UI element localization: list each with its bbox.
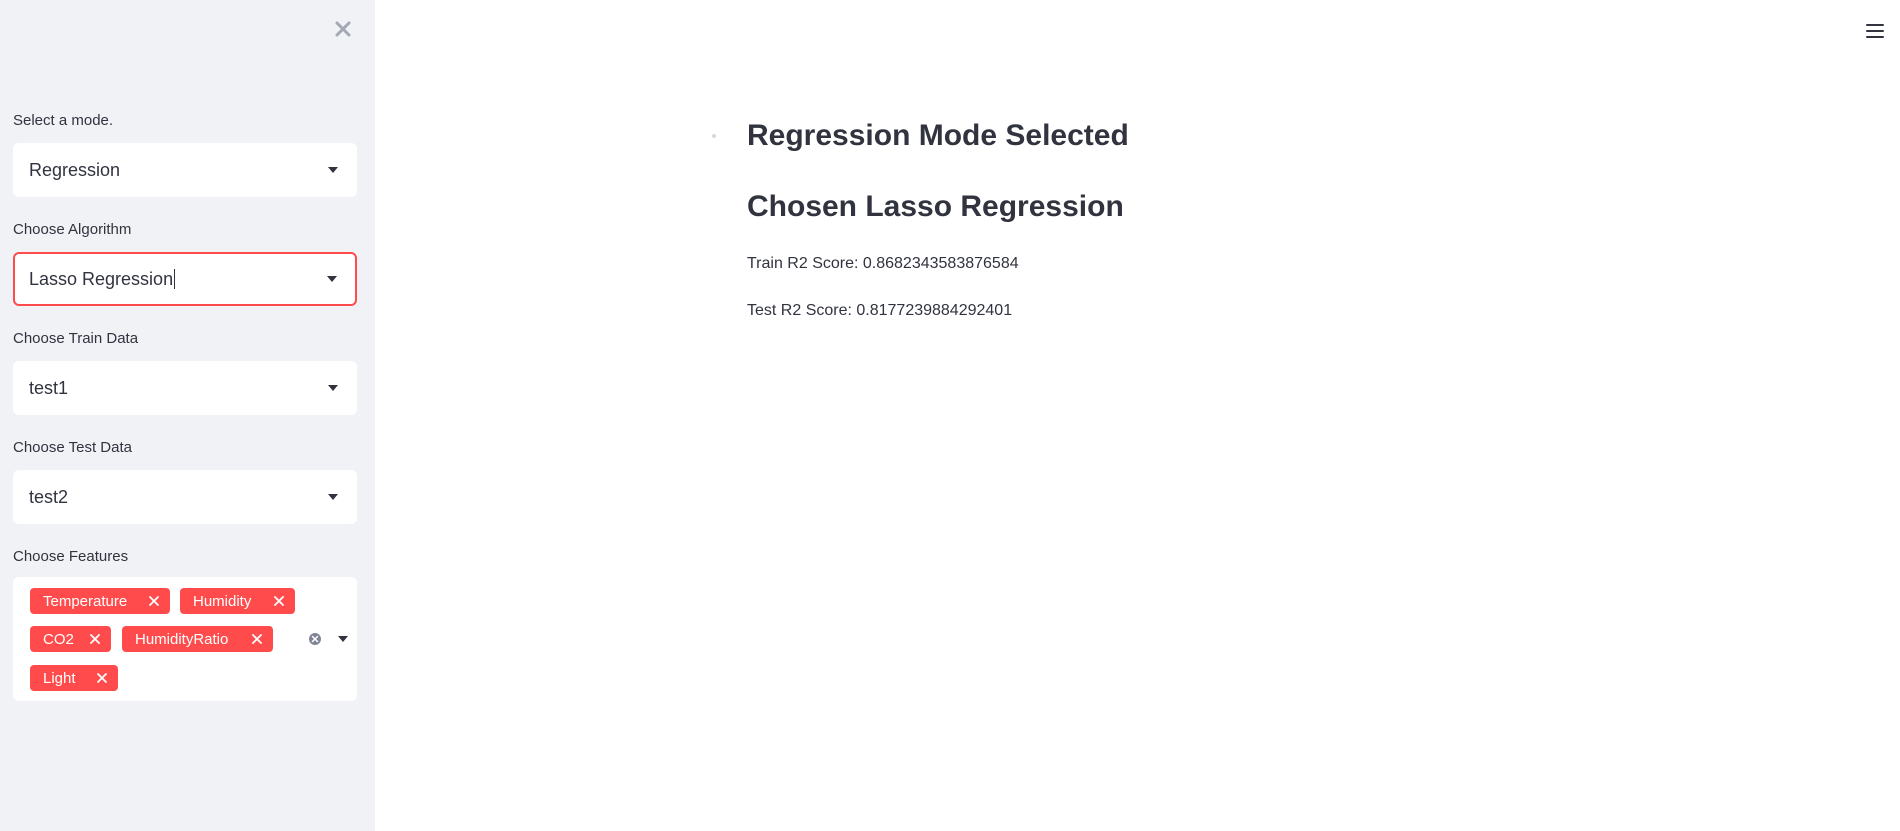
chevron-down-icon xyxy=(328,385,338,391)
anchor-link-dot xyxy=(712,134,716,138)
feature-tag-label: HumidityRatio xyxy=(135,630,229,648)
close-icon[interactable] xyxy=(88,632,102,646)
feature-tag[interactable]: Humidity xyxy=(180,588,295,614)
close-icon xyxy=(335,21,351,37)
close-icon[interactable] xyxy=(147,594,161,608)
test-data-label: Choose Test Data xyxy=(13,439,132,456)
sidebar-close-button[interactable] xyxy=(330,16,356,42)
feature-tag[interactable]: Temperature xyxy=(30,588,170,614)
sidebar: Select a mode. Regression Choose Algorit… xyxy=(0,0,375,831)
feature-tag[interactable]: HumidityRatio xyxy=(122,626,273,652)
algorithm-select[interactable]: Lasso Regression xyxy=(13,252,357,306)
feature-tag[interactable]: CO2 xyxy=(30,626,111,652)
feature-tag-label: Light xyxy=(43,669,76,687)
close-icon[interactable] xyxy=(95,671,109,685)
train-data-select-value: test1 xyxy=(29,377,69,398)
hamburger-menu-icon xyxy=(1866,24,1884,38)
test-data-select[interactable]: test2 xyxy=(13,470,357,524)
algorithm-heading: Chosen Lasso Regression xyxy=(747,190,1124,223)
feature-tag-label: Humidity xyxy=(193,592,252,610)
chevron-down-icon xyxy=(328,494,338,500)
test-score-text: Test R2 Score: 0.8177239884292401 xyxy=(747,302,1013,319)
close-icon[interactable] xyxy=(272,594,286,608)
feature-tag-label: Temperature xyxy=(43,592,128,610)
algorithm-select-value: Lasso Regression xyxy=(29,268,174,289)
feature-tag-label: CO2 xyxy=(43,630,74,648)
clear-circle-icon[interactable] xyxy=(308,632,322,646)
chevron-down-icon xyxy=(327,276,337,282)
train-score-text: Train R2 Score: 0.8682343583876584 xyxy=(747,255,1019,272)
test-data-select-value: test2 xyxy=(29,486,69,507)
mode-select[interactable]: Regression xyxy=(13,143,357,197)
mode-label: Select a mode. xyxy=(13,112,114,129)
features-multiselect[interactable]: Temperature Humidity CO2 HumidityRatio L… xyxy=(13,577,357,701)
mode-select-value: Regression xyxy=(29,159,121,180)
feature-tag[interactable]: Light xyxy=(30,665,118,691)
train-data-select[interactable]: test1 xyxy=(13,361,357,415)
page-title: Regression Mode Selected xyxy=(747,119,1129,152)
algorithm-label: Choose Algorithm xyxy=(13,221,132,238)
chevron-down-icon xyxy=(328,167,338,173)
main-menu-button[interactable] xyxy=(1864,20,1886,42)
chevron-down-icon[interactable] xyxy=(338,636,348,642)
features-label: Choose Features xyxy=(13,548,129,565)
text-cursor xyxy=(174,269,176,289)
close-icon[interactable] xyxy=(250,632,264,646)
train-data-label: Choose Train Data xyxy=(13,330,139,347)
